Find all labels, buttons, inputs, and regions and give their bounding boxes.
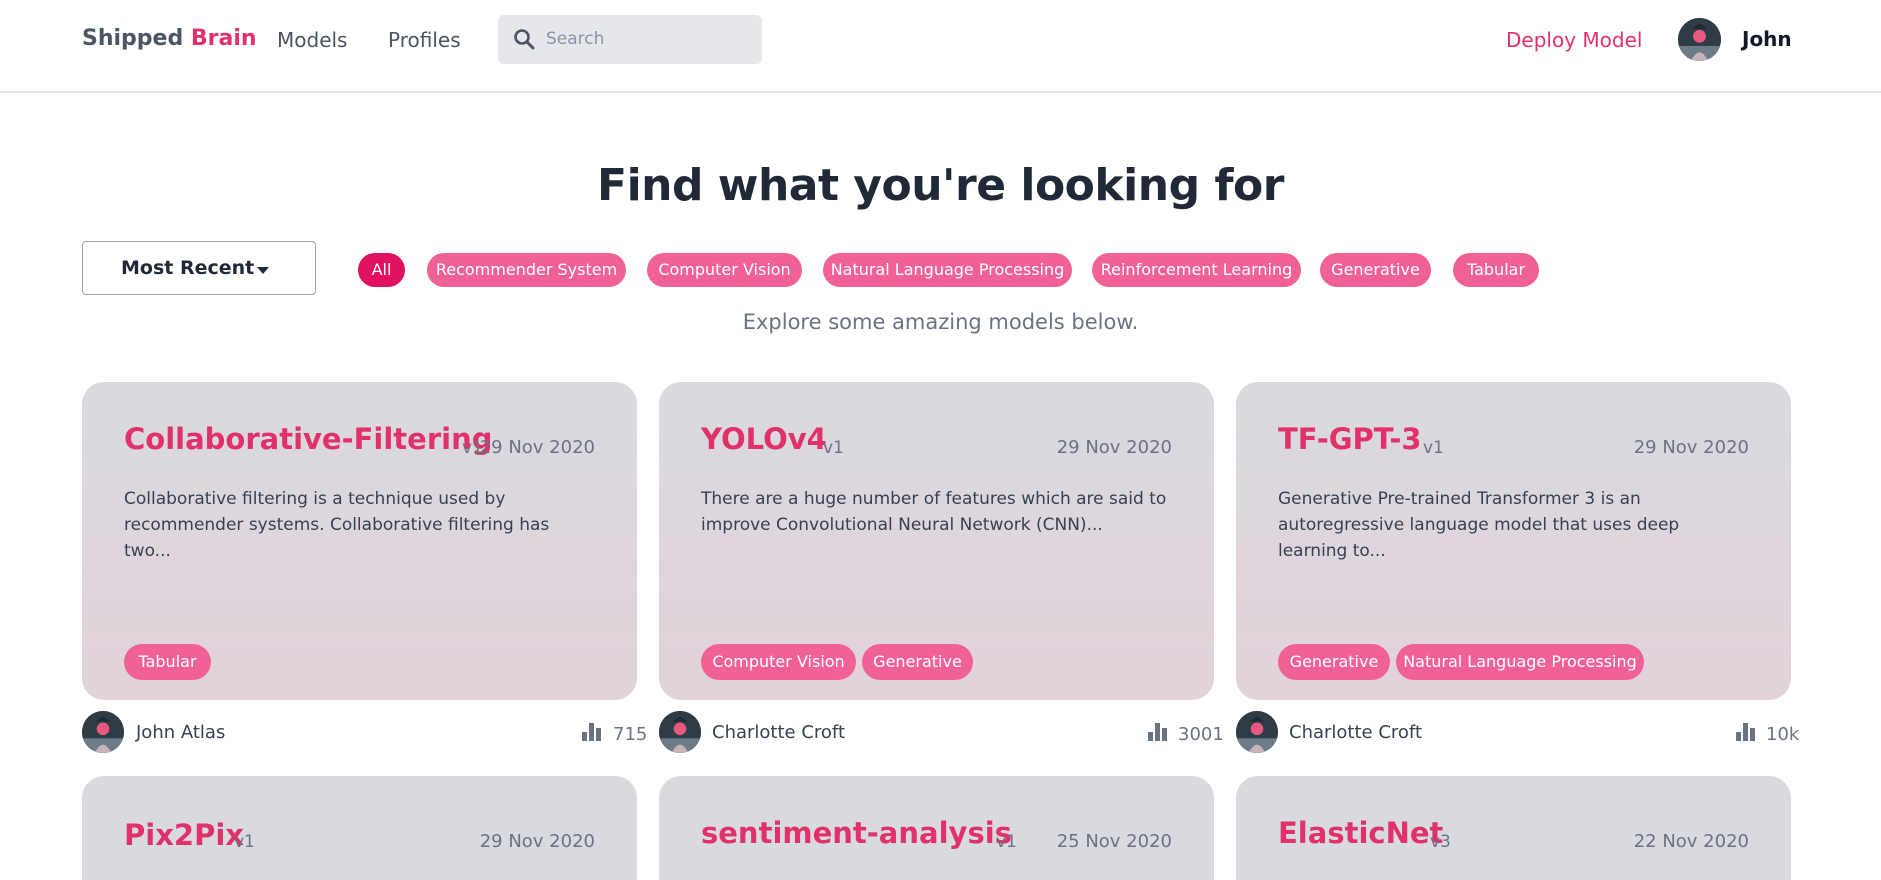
avatar-icon [82,711,124,753]
model-card[interactable]: ElasticNet v3 22 Nov 2020 [1236,776,1791,880]
model-views: 3001 [1178,724,1224,745]
filter-tabular[interactable]: Tabular [1453,253,1539,287]
brand-primary: Shipped [82,26,184,51]
model-title[interactable]: sentiment-analysis [701,816,1012,850]
bar-chart-icon [1148,723,1167,741]
search-input[interactable] [546,25,746,53]
user-name[interactable]: John [1742,27,1792,51]
top-navbar: Shipped Brain Models Profiles Deploy Mod… [0,0,1881,93]
author-name[interactable]: John Atlas [136,722,225,743]
model-views: 10k [1766,724,1800,745]
tag-natural-language-processing[interactable]: Natural Language Processing [1396,644,1644,680]
model-date: 29 Nov 2020 [479,437,595,458]
model-version: v1 [823,438,844,458]
page-title: Find what you're looking for [597,160,1284,211]
model-card[interactable]: Collaborative-Filtering v1 29 Nov 2020 C… [82,382,637,700]
search-box[interactable] [498,15,762,64]
filter-recommender-system[interactable]: Recommender System [427,253,626,287]
model-title[interactable]: Collaborative-Filtering [124,422,493,456]
nav-profiles-link[interactable]: Profiles [388,28,461,52]
tag-generative[interactable]: Generative [1278,644,1390,680]
model-card[interactable]: YOLOv4 v1 29 Nov 2020 There are a huge n… [659,382,1214,700]
model-version: v1 [1423,438,1444,458]
model-date: 29 Nov 2020 [1633,437,1749,458]
model-date: 25 Nov 2020 [1056,831,1172,852]
model-version: v1 [234,832,255,852]
model-title[interactable]: ElasticNet [1278,816,1443,850]
tag-tabular[interactable]: Tabular [124,644,211,680]
model-description: Generative Pre-trained Transformer 3 is … [1278,489,1680,561]
filter-all[interactable]: All [358,253,405,287]
author-name[interactable]: Charlotte Croft [1289,722,1422,743]
model-description: There are a huge number of features whic… [701,489,1167,535]
model-title[interactable]: Pix2Pix [124,818,244,852]
brand-accent: Brain [190,26,257,51]
tag-generative[interactable]: Generative [862,644,973,680]
model-card[interactable]: Pix2Pix v1 29 Nov 2020 [82,776,637,880]
filter-generative[interactable]: Generative [1320,253,1431,287]
model-date: 22 Nov 2020 [1633,831,1749,852]
author-avatar[interactable] [82,711,124,753]
author-name[interactable]: Charlotte Croft [712,722,845,743]
model-description: Collaborative filtering is a technique u… [124,489,550,561]
filter-natural-language-processing[interactable]: Natural Language Processing [823,253,1072,287]
avatar-icon [1678,18,1721,61]
author-avatar[interactable] [659,711,701,753]
filter-computer-vision[interactable]: Computer Vision [647,253,802,287]
avatar-icon [659,711,701,753]
sort-dropdown[interactable]: Most Recent [82,241,316,295]
caret-down-icon [257,267,269,274]
model-date: 29 Nov 2020 [479,831,595,852]
search-icon [514,29,535,50]
model-date: 29 Nov 2020 [1056,437,1172,458]
bar-chart-icon [582,723,601,741]
model-version: v3 [1430,832,1451,852]
model-views: 715 [613,724,648,745]
model-title[interactable]: TF-GPT-3 [1278,422,1422,456]
model-version: v1 [996,832,1017,852]
user-avatar[interactable] [1678,18,1721,61]
subtitle: Explore some amazing models below. [742,310,1139,334]
brand-logo[interactable]: Shipped Brain [82,26,257,51]
tag-computer-vision[interactable]: Computer Vision [701,644,856,680]
model-title[interactable]: YOLOv4 [701,422,827,456]
deploy-model-link[interactable]: Deploy Model [1506,28,1642,52]
filter-reinforcement-learning[interactable]: Reinforcement Learning [1092,253,1301,287]
bar-chart-icon [1736,723,1755,741]
model-card[interactable]: TF-GPT-3 v1 29 Nov 2020 Generative Pre-t… [1236,382,1791,700]
author-avatar[interactable] [1236,711,1278,753]
avatar-icon [1236,711,1278,753]
nav-models-link[interactable]: Models [277,28,347,52]
model-card[interactable]: sentiment-analysis v1 25 Nov 2020 [659,776,1214,880]
sort-label: Most Recent [121,257,255,279]
